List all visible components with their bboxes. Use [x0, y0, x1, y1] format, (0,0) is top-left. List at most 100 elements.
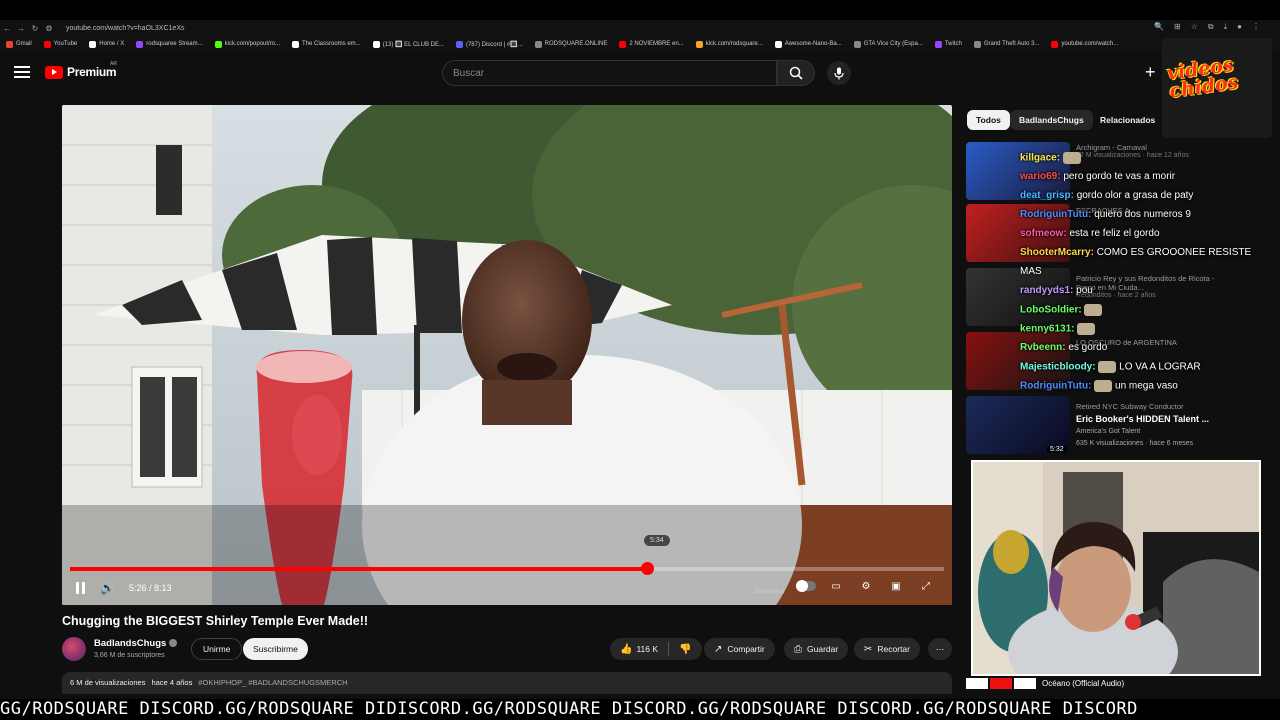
bookmark-favicon-icon: [774, 40, 782, 48]
bookmark-item[interactable]: The Classrooms em...: [292, 40, 361, 48]
captions-icon[interactable]: ▭: [826, 579, 846, 593]
more-actions-button[interactable]: ⋯: [928, 638, 952, 660]
bookmark-label: kick.com/rodsquare...: [705, 41, 763, 47]
player-controls-right: ▭ ⚙ ▣ ⤢: [796, 579, 936, 593]
thumbs-up-icon[interactable]: 👍: [620, 644, 632, 655]
chat-username: LoboSoldier:: [1020, 304, 1085, 316]
voice-search-button[interactable]: [827, 61, 851, 85]
bookmark-item[interactable]: youtube.com/watch...: [1051, 40, 1118, 48]
microphone-icon: [834, 67, 844, 79]
bookmark-favicon-icon: [372, 40, 380, 48]
bookmark-label: kick.com/popout/ro...: [224, 41, 280, 47]
time-display: 5:26 / 8:13: [128, 583, 172, 593]
chat-text: esta re feliz el gordo: [1069, 228, 1160, 239]
subscribe-button[interactable]: Suscribirme: [243, 638, 308, 660]
bookmark-item[interactable]: Awesome-Nano-Ba...: [774, 40, 842, 48]
logo-region: AR: [110, 61, 117, 67]
bookmark-item[interactable]: (787) Discord | #🔳...: [455, 40, 523, 48]
theater-mode-icon[interactable]: ▣: [886, 579, 906, 593]
bookmark-label: RODSQUARE.ONLINE: [544, 41, 608, 47]
chat-username: killgace:: [1020, 152, 1063, 164]
bookmark-label: Grand Theft Auto 3...: [983, 41, 1040, 47]
download-icon[interactable]: ⤓: [1224, 22, 1228, 32]
chat-emote-icon: [1094, 380, 1113, 392]
save-button[interactable]: ⎙ Guardar: [784, 638, 849, 660]
bookmark-item[interactable]: GTA Vice City (Espa...: [853, 40, 923, 48]
bookmark-item[interactable]: Twitch: [934, 40, 962, 48]
bookmark-favicon-icon: [292, 40, 299, 48]
chat-username: deat_grisp:: [1020, 190, 1077, 201]
fullscreen-icon[interactable]: ⤢: [916, 579, 936, 593]
volume-icon[interactable]: 🔊: [100, 581, 115, 595]
search-input[interactable]: Buscar: [442, 60, 777, 86]
youtube-logo[interactable]: Premium AR: [45, 61, 117, 79]
thumbs-down-icon[interactable]: 👎: [679, 644, 691, 655]
hamburger-menu-icon[interactable]: [14, 64, 30, 80]
pause-button[interactable]: [74, 582, 86, 594]
bookmark-item[interactable]: kick.com/rodsquare...: [695, 40, 763, 48]
bookmark-item[interactable]: Gmail: [6, 40, 32, 48]
clip-button[interactable]: ✂ Recortar: [854, 638, 920, 660]
chat-message: RodriguinTutu: quiero dos numeros 9: [1020, 209, 1191, 220]
progress-scrubber-handle[interactable]: [641, 562, 654, 575]
bookmark-favicon-icon: [534, 40, 542, 48]
settings-gear-icon[interactable]: ⚙: [856, 579, 876, 593]
browser-menu-icon[interactable]: ⋮: [1252, 22, 1260, 32]
channel-name[interactable]: BadlandsChugs: [94, 638, 178, 649]
chat-text: un mega vaso: [1112, 380, 1178, 392]
hashtags[interactable]: #OKHIPHOP_ #BADLANDSCHUGSMERCH: [198, 678, 347, 688]
more-icon: ⋯: [935, 643, 945, 654]
translate-icon[interactable]: ⊞: [1174, 22, 1181, 32]
bookmark-label: Awesome-Nano-Ba...: [784, 41, 842, 47]
zoom-icon[interactable]: 🔍: [1154, 22, 1164, 32]
bookmark-item[interactable]: YouTube: [43, 40, 77, 48]
chat-text: pero gordo te vas a morir: [1063, 171, 1176, 182]
reload-icon[interactable]: ↻: [28, 24, 42, 33]
video-frame: [62, 105, 952, 605]
bookmark-item[interactable]: 2 NOVIEMBRE en...: [619, 40, 684, 48]
chat-text: es gordo: [1068, 342, 1108, 353]
progress-bar[interactable]: [70, 562, 944, 575]
chat-message: MAS: [1020, 266, 1042, 277]
share-button[interactable]: ↗ Compartir: [704, 638, 775, 660]
bookmark-item[interactable]: Grand Theft Auto 3...: [973, 40, 1040, 48]
forward-icon[interactable]: →: [14, 24, 28, 33]
screenshot-label[interactable]: Screenshot: [754, 589, 784, 595]
channel-avatar[interactable]: [62, 637, 86, 661]
extensions-icon[interactable]: ⧉: [1208, 22, 1214, 32]
like-count[interactable]: 116 K: [636, 644, 658, 654]
profile-icon[interactable]: ●: [1237, 22, 1242, 32]
bookmark-label: GTA Vice City (Espa...: [863, 41, 923, 47]
bookmark-label: The Classrooms em...: [302, 41, 361, 47]
autoplay-toggle[interactable]: [796, 579, 816, 593]
bookmark-item[interactable]: kick.com/popout/ro...: [214, 40, 280, 48]
bookmark-item[interactable]: rodsquaree Stream...: [136, 40, 203, 48]
related-bottom-title[interactable]: Eric Booker's HIDDEN Talent ...: [1076, 414, 1209, 424]
chat-message: LoboSoldier:: [1020, 304, 1103, 316]
bookmark-item[interactable]: (13) 🔳 EL CLUB DE...: [372, 40, 444, 48]
bookmark-star-icon[interactable]: ☆: [1191, 22, 1198, 32]
chat-message: deat_grisp: gordo olor a grasa de paty: [1020, 190, 1193, 201]
bookmark-favicon-icon: [619, 40, 627, 48]
description-box[interactable]: 6 M de visualizaciones hace 4 años #OKHI…: [62, 672, 952, 694]
bookmark-item[interactable]: RODSQUARE.ONLINE: [534, 40, 608, 48]
bookmarks-bar: Gmail YouTube Home / X rodsquaree Stream...…: [0, 36, 1280, 52]
chat-username: kenny6131:: [1020, 323, 1078, 335]
now-playing-art: [966, 678, 1036, 689]
bookmark-item[interactable]: Home / X: [89, 40, 124, 48]
chat-text: gordo olor a grasa de paty: [1076, 190, 1194, 201]
chip-related[interactable]: Relacionados: [1091, 110, 1164, 130]
chip-channel[interactable]: BadlandsChugs: [1010, 110, 1093, 130]
back-icon[interactable]: ←: [0, 24, 14, 33]
site-info-icon[interactable]: ⚙: [42, 24, 56, 33]
create-button[interactable]: +: [1145, 62, 1156, 83]
related-bottom-duration: 5:32: [1047, 446, 1067, 453]
upload-age: hace 4 años: [151, 678, 193, 687]
video-player[interactable]: 5:34 🔊 5:26 / 8:13 Screenshot ▭ ⚙ ▣ ⤢: [62, 105, 952, 605]
join-button[interactable]: Unirme: [191, 638, 243, 660]
chip-all[interactable]: Todos: [967, 110, 1010, 130]
url-field[interactable]: youtube.com/watch?v=haOL3XC1eXs: [66, 25, 185, 32]
search-button[interactable]: [777, 60, 815, 86]
chat-message: randyyds1: pou: [1020, 285, 1093, 296]
chat-username: sofmeow:: [1020, 228, 1070, 239]
